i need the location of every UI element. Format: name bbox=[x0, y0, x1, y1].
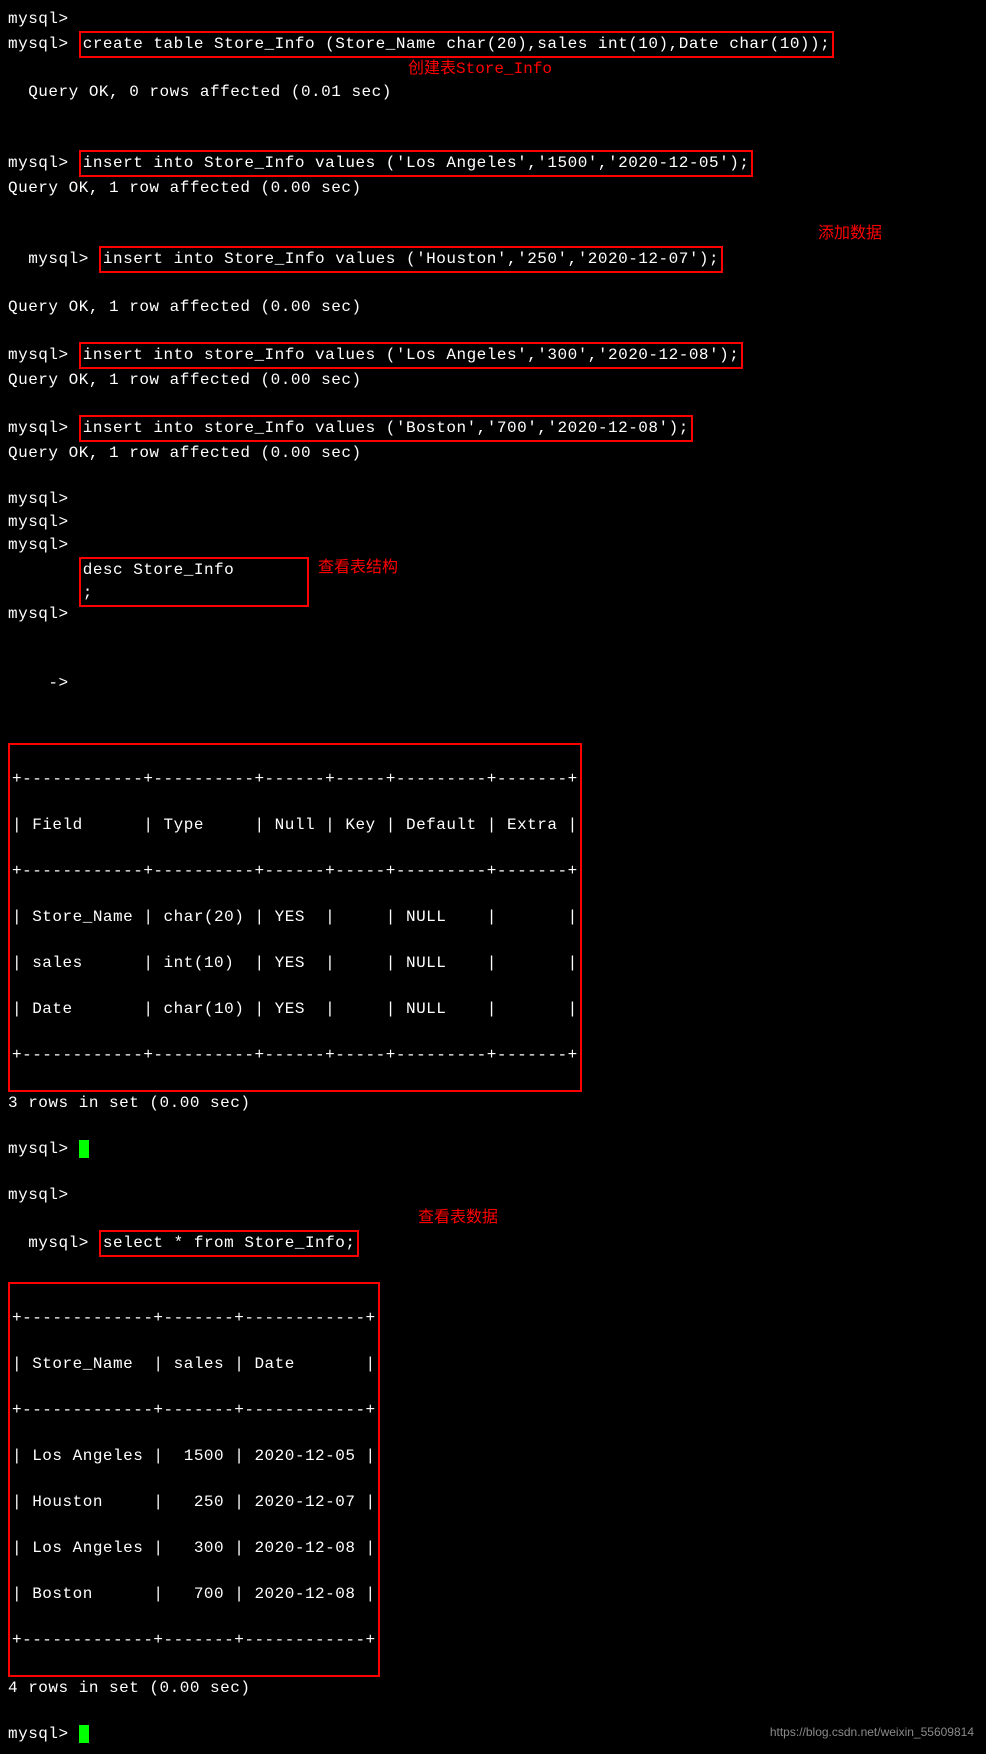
response-create: Query OK, 0 rows affected (0.01 sec) bbox=[28, 83, 392, 101]
response-insert2: Query OK, 1 row affected (0.00 sec) bbox=[8, 298, 362, 316]
select-table-box: +-------------+-------+------------+ | S… bbox=[8, 1282, 380, 1677]
prompt: mysql> bbox=[8, 1725, 69, 1743]
annotation-select: 查看表数据 bbox=[418, 1207, 498, 1230]
response-insert1: Query OK, 1 row affected (0.00 sec) bbox=[8, 179, 362, 197]
create-line: mysql> create table Store_Info (Store_Na… bbox=[8, 31, 978, 58]
response-insert4: Query OK, 1 row affected (0.00 sec) bbox=[8, 444, 362, 462]
cmd-insert4: insert into store_Info values ('Boston',… bbox=[79, 415, 693, 442]
prompt: mysql> bbox=[28, 250, 89, 268]
cmd-desc-cont: ; bbox=[83, 584, 93, 602]
cmd-insert3: insert into store_Info values ('Los Ange… bbox=[79, 342, 744, 369]
prompt: mysql> bbox=[8, 490, 69, 508]
cmd-desc-box: desc Store_Info ; bbox=[79, 557, 309, 607]
desc-row: | Date | char(10) | YES | | NULL | | bbox=[12, 998, 578, 1021]
select-border: +-------------+-------+------------+ bbox=[12, 1629, 376, 1652]
watermark: https://blog.csdn.net/weixin_55609814 bbox=[770, 1721, 974, 1744]
prompt: mysql> bbox=[8, 419, 69, 437]
prompt: mysql> bbox=[8, 10, 69, 28]
select-row: | Los Angeles | 1500 | 2020-12-05 | bbox=[12, 1445, 376, 1468]
annotation-create: 创建表Store_Info bbox=[408, 58, 552, 81]
prompt: mysql> bbox=[8, 513, 69, 531]
annotation-desc: 查看表结构 bbox=[318, 557, 398, 580]
desc-table-box: +------------+----------+------+-----+--… bbox=[8, 743, 582, 1092]
cont-prompt: -> bbox=[8, 674, 69, 692]
prompt: mysql> bbox=[8, 346, 69, 364]
select-row: | Houston | 250 | 2020-12-07 | bbox=[12, 1491, 376, 1514]
prompt: mysql> bbox=[8, 154, 69, 172]
prompt: mysql> bbox=[8, 35, 69, 53]
cmd-insert2: insert into Store_Info values ('Houston'… bbox=[99, 246, 723, 273]
prompt: mysql> bbox=[8, 1140, 69, 1158]
prompt: mysql> bbox=[28, 1234, 89, 1252]
prompt: mysql> bbox=[8, 1186, 69, 1204]
select-row: | Los Angeles | 300 | 2020-12-08 | bbox=[12, 1537, 376, 1560]
response-insert3: Query OK, 1 row affected (0.00 sec) bbox=[8, 371, 362, 389]
cursor-icon[interactable] bbox=[79, 1140, 89, 1158]
cmd-insert1: insert into Store_Info values ('Los Ange… bbox=[79, 150, 754, 177]
desc-border: +------------+----------+------+-----+--… bbox=[12, 1044, 578, 1067]
desc-row: | sales | int(10) | YES | | NULL | | bbox=[12, 952, 578, 975]
desc-header: | Field | Type | Null | Key | Default | … bbox=[12, 814, 578, 837]
select-border: +-------------+-------+------------+ bbox=[12, 1399, 376, 1422]
cmd-create: create table Store_Info (Store_Name char… bbox=[79, 31, 835, 58]
select-border: +-------------+-------+------------+ bbox=[12, 1307, 376, 1330]
desc-border: +------------+----------+------+-----+--… bbox=[12, 860, 578, 883]
cmd-select: select * from Store_Info; bbox=[99, 1230, 360, 1257]
select-row: | Boston | 700 | 2020-12-08 | bbox=[12, 1583, 376, 1606]
prompt: mysql> bbox=[8, 605, 69, 623]
prompt: mysql> bbox=[8, 536, 69, 554]
cmd-desc: desc Store_Info bbox=[83, 561, 235, 579]
select-header: | Store_Name | sales | Date | bbox=[12, 1353, 376, 1376]
desc-row: | Store_Name | char(20) | YES | | NULL |… bbox=[12, 906, 578, 929]
response-desc-rows: 3 rows in set (0.00 sec) bbox=[8, 1094, 250, 1112]
cursor-icon[interactable] bbox=[79, 1725, 89, 1743]
response-select-rows: 4 rows in set (0.00 sec) bbox=[8, 1679, 250, 1697]
desc-border: +------------+----------+------+-----+--… bbox=[12, 768, 578, 791]
annotation-add-data: 添加数据 bbox=[818, 223, 882, 246]
